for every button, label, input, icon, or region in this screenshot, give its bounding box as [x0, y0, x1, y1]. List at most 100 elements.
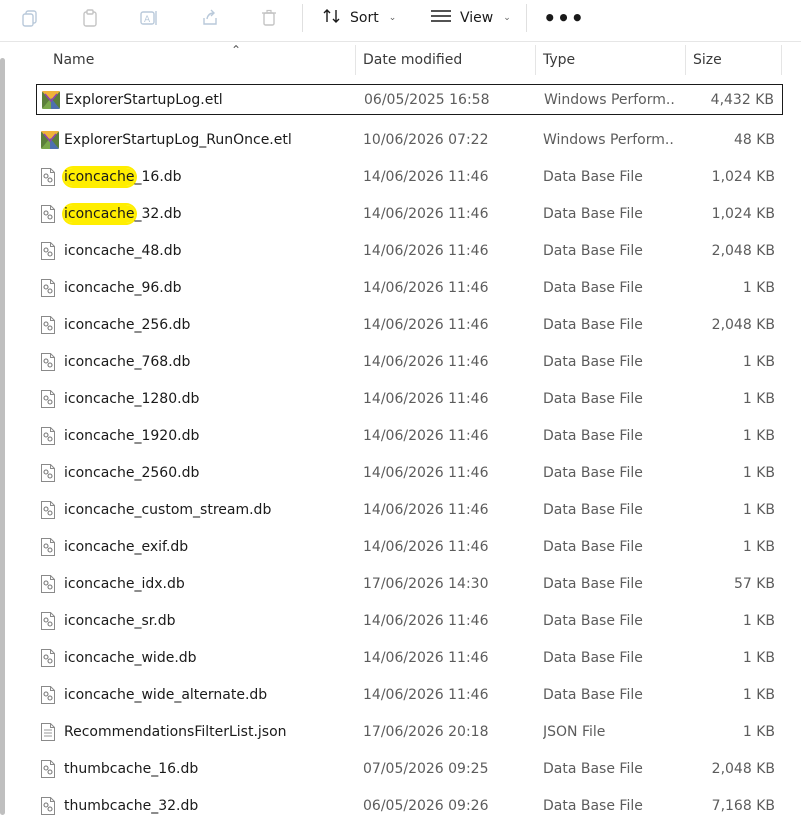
file-size: 2,048 KB — [711, 316, 775, 333]
column-divider[interactable] — [355, 45, 356, 75]
file-list: ExplorerStartupLog.etl 06/05/2025 16:58 Wi… — [36, 84, 783, 815]
file-row[interactable]: iconcache_768.db 14/06/2026 11:46 Data Bas… — [36, 343, 783, 380]
file-row[interactable]: iconcache_2560.db 14/06/2026 11:46 Data Ba… — [36, 454, 783, 491]
file-type: Data Base File — [543, 501, 643, 518]
file-name: RecommendationsFilterList.json — [64, 723, 287, 740]
file-row[interactable]: ExplorerStartupLog_RunOnce.etl 10/06/2026… — [36, 121, 783, 158]
paste-icon[interactable] — [76, 4, 104, 32]
file-type: Data Base File — [543, 686, 643, 703]
etl-file-icon — [40, 130, 59, 150]
file-size: 1 KB — [742, 501, 775, 518]
file-date-modified: 14/06/2026 11:46 — [363, 353, 489, 370]
file-name-rest: _16.db — [134, 168, 182, 185]
view-button[interactable]: View ⌄ — [430, 4, 511, 32]
db-file-icon — [40, 648, 58, 668]
file-row[interactable]: iconcache_16.db 14/06/2026 11:46 Data Base… — [36, 158, 783, 195]
column-divider[interactable] — [535, 45, 536, 75]
file-date-modified: 17/06/2026 14:30 — [363, 575, 489, 592]
file-size: 57 KB — [733, 575, 775, 592]
file-row[interactable]: iconcache_idx.db 17/06/2026 14:30 Data Bas… — [36, 565, 783, 602]
file-name: thumbcache_16.db — [64, 760, 199, 777]
file-type: Data Base File — [543, 316, 643, 333]
file-row[interactable]: thumbcache_16.db 07/05/2026 09:25 Data Bas… — [36, 750, 783, 787]
sort-button[interactable]: Sort ⌄ — [322, 4, 396, 32]
copy-icon[interactable] — [16, 4, 44, 32]
column-divider[interactable] — [685, 45, 686, 75]
db-file-icon — [40, 241, 58, 261]
file-date-modified: 06/05/2025 16:58 — [364, 91, 490, 108]
file-size: 1,024 KB — [711, 205, 775, 222]
file-type: Data Base File — [543, 242, 643, 259]
file-row[interactable]: iconcache_wide.db 14/06/2026 11:46 Data Ba… — [36, 639, 783, 676]
file-name: thumbcache_32.db — [64, 797, 199, 814]
file-type: Data Base File — [543, 797, 643, 814]
file-row[interactable]: iconcache_96.db 14/06/2026 11:46 Data Base… — [36, 269, 783, 306]
file-row[interactable]: iconcache_1280.db 14/06/2026 11:46 Data Ba… — [36, 380, 783, 417]
file-row[interactable]: iconcache_sr.db 14/06/2026 11:46 Data Base… — [36, 602, 783, 639]
file-name: iconcache_16.db — [64, 167, 182, 186]
chevron-down-icon: ⌄ — [503, 13, 511, 23]
db-file-icon — [40, 574, 58, 594]
file-row[interactable]: iconcache_32.db 14/06/2026 11:46 Data Base… — [36, 195, 783, 232]
toolbar-separator — [302, 4, 303, 32]
file-name: iconcache_768.db — [64, 353, 191, 370]
column-header: ⌃ Name Date modified Type Size — [36, 43, 783, 77]
command-bar: A Sort ⌄ View ⌄ ••• — [0, 0, 801, 42]
column-size[interactable]: Size — [693, 43, 722, 77]
more-options-button[interactable]: ••• — [543, 4, 583, 32]
file-size: 1 KB — [742, 538, 775, 555]
column-type[interactable]: Type — [543, 43, 575, 77]
file-name: iconcache_wide.db — [64, 649, 197, 666]
file-date-modified: 14/06/2026 11:46 — [363, 686, 489, 703]
file-date-modified: 14/06/2026 11:46 — [363, 501, 489, 518]
file-type: Data Base File — [543, 390, 643, 407]
file-date-modified: 14/06/2026 11:46 — [363, 649, 489, 666]
file-name: iconcache_256.db — [64, 316, 191, 333]
file-type: Data Base File — [543, 538, 643, 555]
db-file-icon — [40, 426, 58, 446]
file-name: iconcache_48.db — [64, 242, 182, 259]
file-name: iconcache_sr.db — [64, 612, 176, 629]
file-date-modified: 14/06/2026 11:46 — [363, 612, 489, 629]
file-type: Windows Perform... — [543, 131, 675, 148]
file-date-modified: 14/06/2026 11:46 — [363, 168, 489, 185]
file-row[interactable]: iconcache_256.db 14/06/2026 11:46 Data Bas… — [36, 306, 783, 343]
column-date-modified[interactable]: Date modified — [363, 43, 462, 77]
rename-icon[interactable]: A — [135, 4, 163, 32]
file-name: iconcache_idx.db — [64, 575, 185, 592]
file-size: 2,048 KB — [711, 760, 775, 777]
file-size: 4,432 KB — [710, 91, 774, 108]
db-file-icon — [40, 167, 58, 187]
file-row[interactable]: iconcache_wide_alternate.db 14/06/2026 11… — [36, 676, 783, 713]
view-list-icon — [430, 8, 452, 28]
file-type: Data Base File — [543, 353, 643, 370]
column-name[interactable]: Name — [53, 43, 94, 77]
file-row[interactable]: iconcache_custom_stream.db 14/06/2026 11:… — [36, 491, 783, 528]
file-name: iconcache_1920.db — [64, 427, 200, 444]
file-row[interactable]: iconcache_48.db 14/06/2026 11:46 Data Base… — [36, 232, 783, 269]
sort-ascending-icon: ⌃ — [231, 43, 242, 57]
share-icon[interactable] — [196, 4, 224, 32]
file-date-modified: 07/05/2026 09:25 — [363, 760, 489, 777]
toolbar-separator — [526, 4, 527, 32]
db-file-icon — [40, 463, 58, 483]
column-divider[interactable] — [781, 45, 782, 75]
file-row[interactable]: ExplorerStartupLog.etl 06/05/2025 16:58 Wi… — [36, 84, 783, 115]
file-date-modified: 14/06/2026 11:46 — [363, 279, 489, 296]
file-type: Data Base File — [543, 279, 643, 296]
file-row[interactable]: iconcache_1920.db 14/06/2026 11:46 Data Ba… — [36, 417, 783, 454]
file-date-modified: 14/06/2026 11:46 — [363, 316, 489, 333]
file-row[interactable]: iconcache_exif.db 14/06/2026 11:46 Data Ba… — [36, 528, 783, 565]
file-type: JSON File — [543, 723, 606, 740]
file-type: Data Base File — [543, 427, 643, 444]
delete-icon[interactable] — [255, 4, 283, 32]
file-name: iconcache_exif.db — [64, 538, 189, 555]
file-row[interactable]: RecommendationsFilterList.json 17/06/2026… — [36, 713, 783, 750]
chevron-down-icon: ⌄ — [388, 13, 397, 23]
etl-file-icon — [41, 90, 60, 110]
file-date-modified: 06/05/2026 09:26 — [363, 797, 489, 814]
sort-label: Sort — [350, 10, 379, 26]
db-file-icon — [40, 685, 58, 705]
file-row[interactable]: thumbcache_32.db 06/05/2026 09:26 Data Bas… — [36, 787, 783, 815]
file-name-rest: _32.db — [134, 205, 182, 222]
